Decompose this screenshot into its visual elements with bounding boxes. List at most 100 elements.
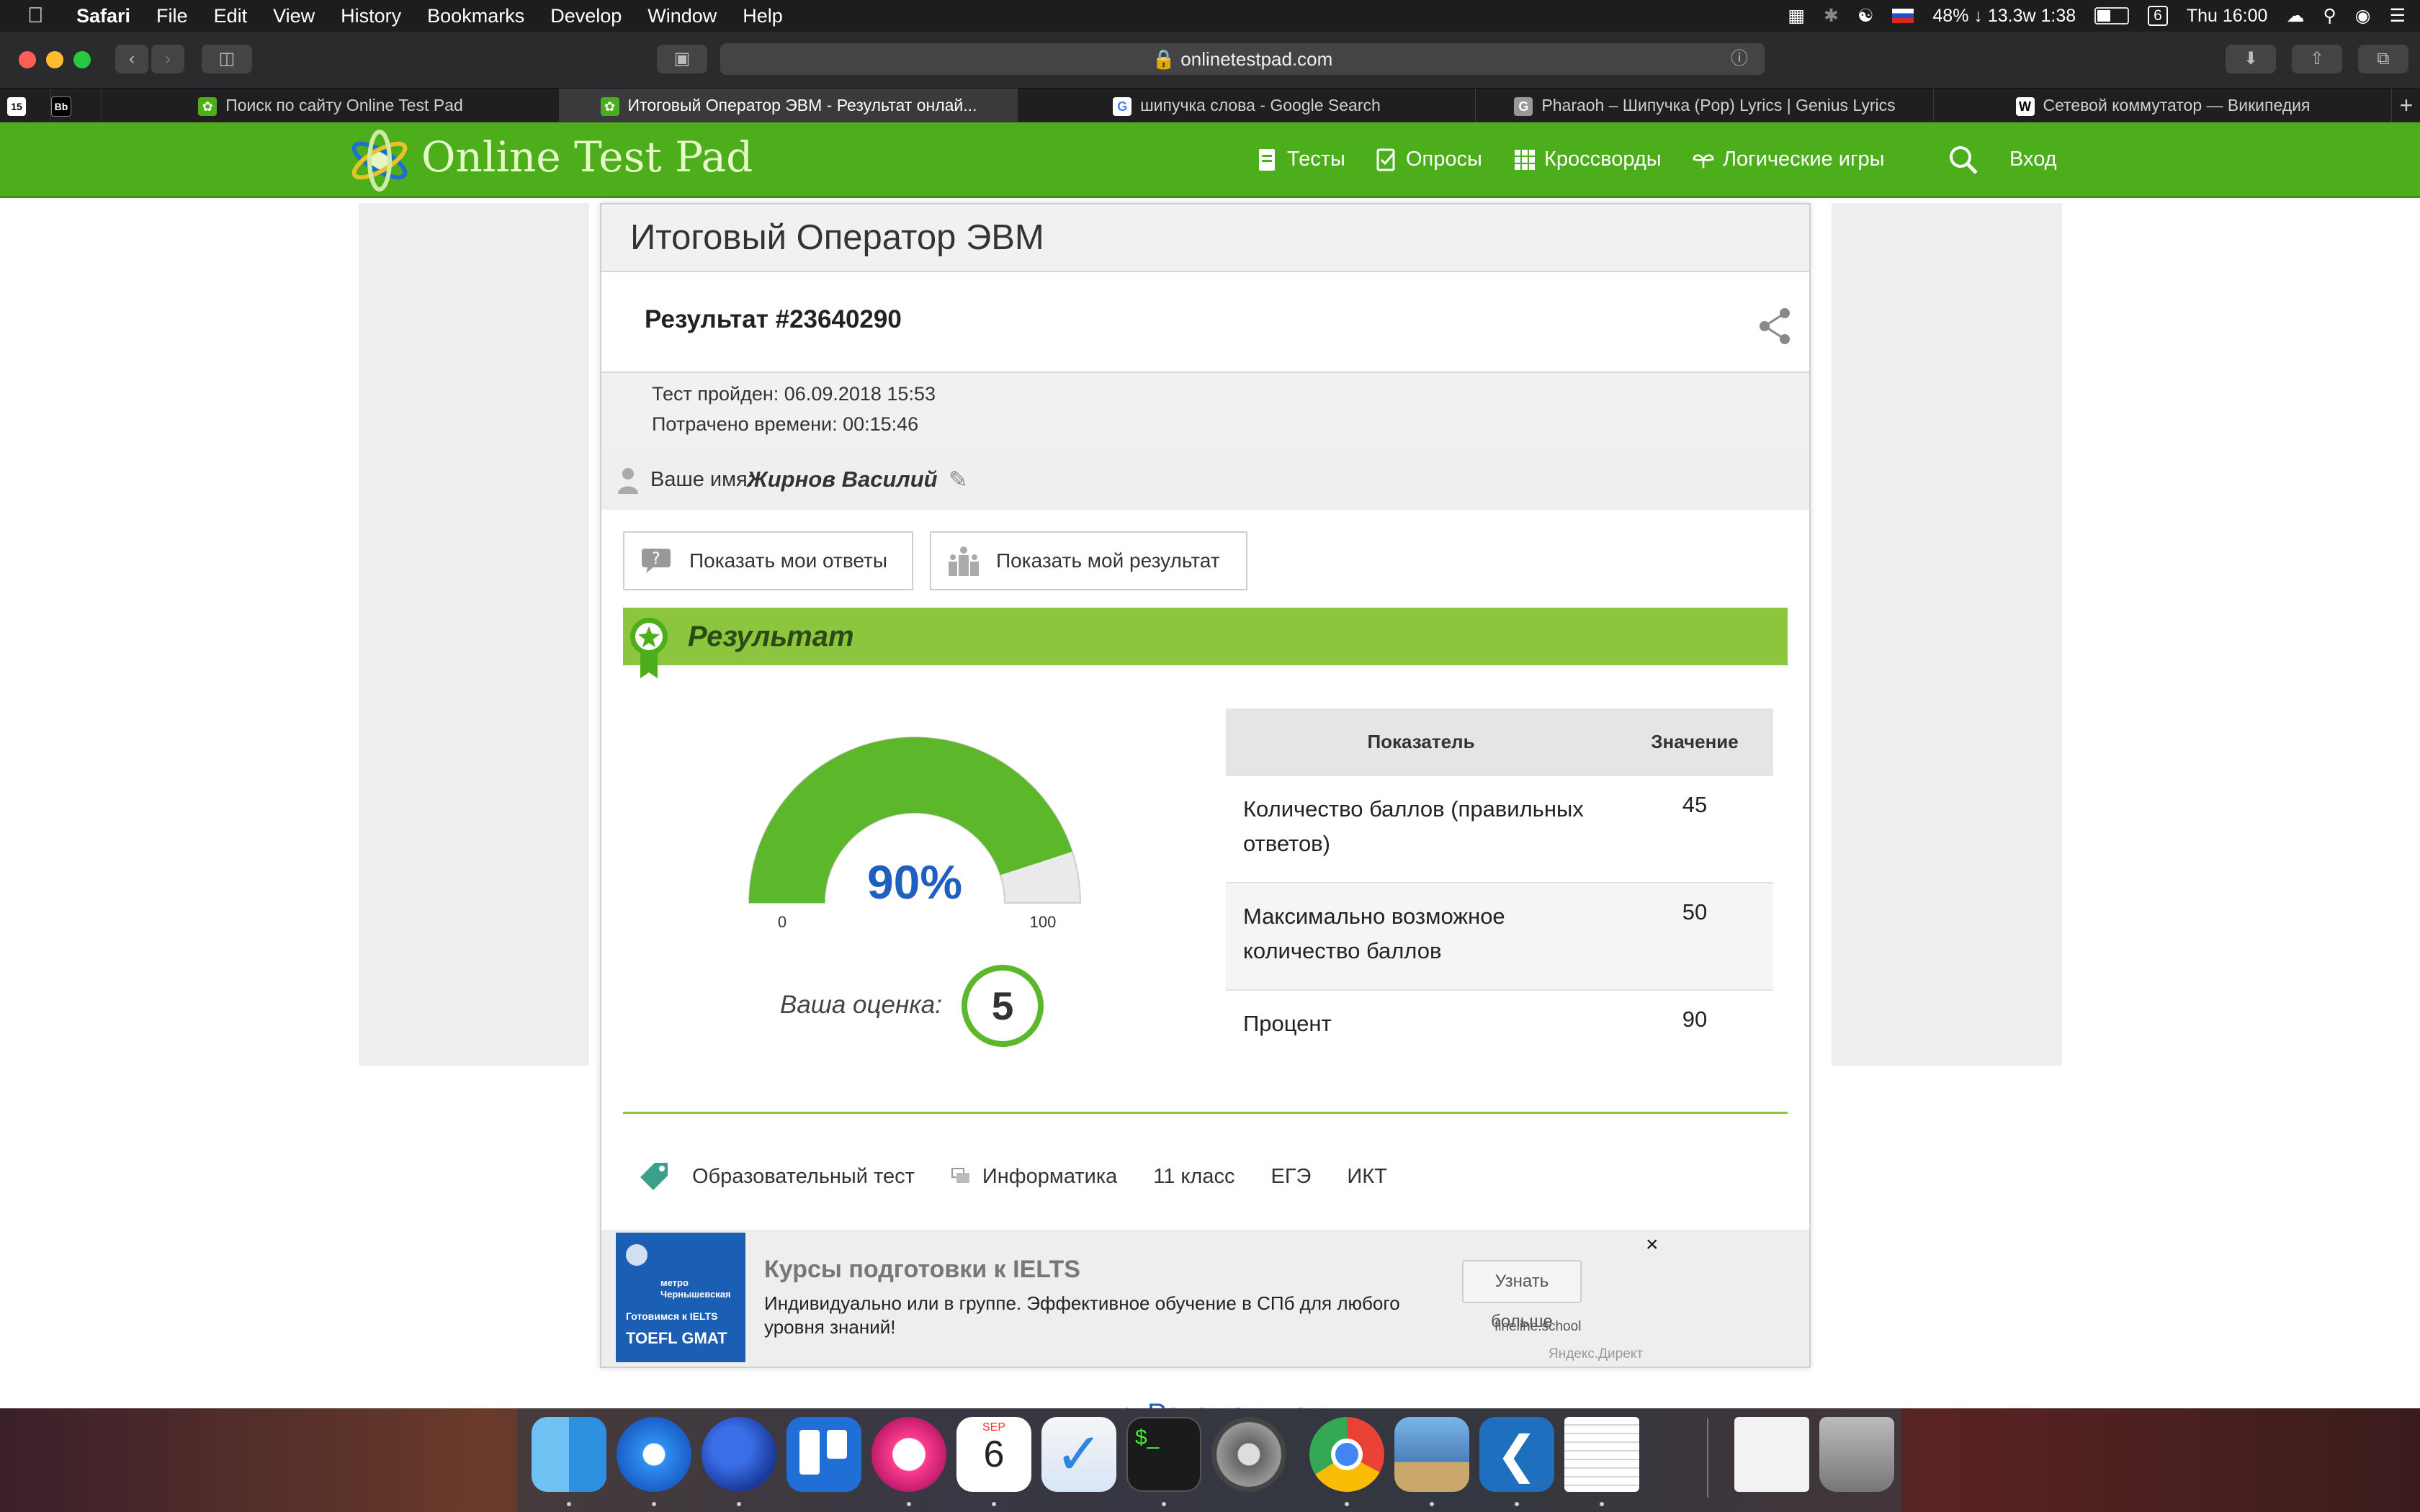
notification-center-icon[interactable]: ☰: [2390, 5, 2406, 27]
menu-edit[interactable]: Edit: [214, 5, 248, 27]
cloud-icon[interactable]: ☁: [2286, 5, 2304, 27]
show-my-result-label: Показать мой результат: [996, 549, 1220, 572]
tab-active-result[interactable]: ✿ Итоговый Оператор ЭВМ - Результат онлай…: [559, 89, 1018, 122]
pinned-tab-1[interactable]: 15: [7, 89, 43, 122]
share-button[interactable]: ⇧: [2292, 45, 2342, 73]
tag-grade-11[interactable]: 11 класс: [1153, 1165, 1234, 1189]
result-number: Результат #23640290: [645, 305, 902, 333]
ad-domain[interactable]: fineline.school: [1494, 1319, 1581, 1335]
menu-develop[interactable]: Develop: [550, 5, 622, 27]
share-icon[interactable]: [1757, 307, 1792, 346]
safari-toolbar: ‹ › ◫ ▣ 🔒 onlinetestpad.com ↻ ⓘ ⬇ ⇧ ⧉: [0, 32, 2420, 89]
ad-image[interactable]: метро Чернышевская Готовимся к IELTS TOE…: [616, 1233, 745, 1362]
window-layout-icon[interactable]: ▦: [1788, 5, 1805, 27]
bluetooth-icon[interactable]: ✱: [1824, 5, 1839, 27]
minimize-window-button[interactable]: [46, 51, 63, 68]
site-logo-text[interactable]: Online Test Pad: [421, 132, 753, 181]
chrome-icon[interactable]: [1309, 1417, 1384, 1492]
system-preferences-icon[interactable]: [1211, 1417, 1286, 1492]
firefox-icon[interactable]: [702, 1417, 776, 1492]
running-indicator: [1515, 1502, 1519, 1506]
running-indicator: [1162, 1502, 1166, 1506]
site-search-icon[interactable]: [1948, 144, 1979, 176]
result-card: Итоговый Оператор ЭВМ Результат #2364029…: [600, 203, 1811, 1368]
edit-pencil-icon[interactable]: ✎: [949, 449, 968, 510]
battery-stats[interactable]: 48% ↓ 13.3w 1:38: [1932, 6, 2076, 27]
zoom-window-button[interactable]: [73, 51, 91, 68]
vscode-icon[interactable]: ❮: [1479, 1417, 1554, 1492]
tab-wikipedia[interactable]: W Сетевой коммутатор — Википедия: [1933, 89, 2392, 122]
test-meta: Тест пройден: 06.09.2018 15:53 Потрачено…: [601, 372, 1809, 451]
menu-app-safari[interactable]: Safari: [76, 5, 130, 27]
nav-login[interactable]: Вход: [2009, 122, 2057, 196]
result-section-banner: Результат: [623, 608, 1788, 678]
back-button[interactable]: ‹: [115, 45, 148, 73]
apple-menu-icon[interactable]: : [27, 4, 56, 28]
tab-google-search[interactable]: Gшипучка слова - Google Search: [1017, 89, 1476, 122]
tag-educational-test[interactable]: Образовательный тест: [692, 1165, 915, 1189]
documents-icon[interactable]: [1734, 1417, 1809, 1492]
sidebar-toggle-button[interactable]: ◫: [202, 45, 252, 73]
calendar-icon[interactable]: SEP 6: [956, 1417, 1031, 1492]
forward-button[interactable]: ›: [151, 45, 184, 73]
trash-icon[interactable]: [1819, 1417, 1894, 1492]
tab-genius-lyrics[interactable]: G Pharaoh – Шипучка (Pop) Lyrics | Genius…: [1475, 89, 1934, 122]
tag-ege[interactable]: ЕГЭ: [1270, 1165, 1311, 1189]
spotlight-search-icon[interactable]: ⚲: [2323, 5, 2336, 27]
show-my-answers-button[interactable]: ? Показать мои ответы: [623, 531, 913, 590]
nav-tests[interactable]: Тесты: [1257, 122, 1345, 196]
terminal-icon[interactable]: $_: [1126, 1417, 1201, 1492]
ad-learn-more-button[interactable]: Узнать больше: [1462, 1260, 1582, 1331]
safari-icon[interactable]: [617, 1417, 691, 1492]
right-side-panel: [1832, 203, 2062, 1066]
trello-column-icon: [827, 1430, 847, 1459]
desktop-number-badge[interactable]: 6: [2148, 6, 2168, 26]
menu-bookmarks[interactable]: Bookmarks: [427, 5, 524, 27]
tab-overview-button[interactable]: ▣: [657, 45, 707, 73]
preview-icon[interactable]: [1394, 1417, 1469, 1492]
nav-logic-games[interactable]: Логические игры: [1693, 122, 1885, 196]
ad-network-label[interactable]: Яндекс.Директ: [1549, 1346, 1643, 1362]
things-icon[interactable]: ✓: [1041, 1417, 1116, 1492]
siri-icon[interactable]: ◉: [2355, 5, 2371, 27]
nav-crosswords[interactable]: Кроссворды: [1514, 122, 1662, 196]
close-window-button[interactable]: [19, 51, 36, 68]
tag-ict[interactable]: ИКТ: [1347, 1165, 1386, 1189]
finder-icon[interactable]: [532, 1417, 606, 1492]
ad-title[interactable]: Курсы подготовки к IELTS: [764, 1256, 1080, 1284]
nav-polls[interactable]: Опросы: [1376, 122, 1482, 196]
tab-site-search[interactable]: ✿ Поиск по сайту Online Test Pad: [101, 89, 560, 122]
menu-file[interactable]: File: [156, 5, 188, 27]
wifi-icon[interactable]: ☯: [1857, 5, 1873, 27]
menu-history[interactable]: History: [341, 5, 401, 27]
show-my-result-button[interactable]: Показать мой результат: [930, 531, 1247, 590]
result-stats-table: Показатель Значение Количество баллов (п…: [1226, 708, 1773, 1058]
address-bar[interactable]: 🔒 onlinetestpad.com ↻: [720, 43, 1765, 75]
dock-shelf: SEP 6 ✓ $_ ❮: [517, 1408, 1901, 1512]
site-logo-icon[interactable]: [347, 128, 412, 193]
menu-help[interactable]: Help: [743, 5, 783, 27]
downloads-button[interactable]: ⬇: [2226, 45, 2276, 73]
podium-icon: [949, 546, 979, 576]
running-indicator: [737, 1502, 741, 1506]
new-tab-button[interactable]: +: [2391, 89, 2420, 122]
trello-icon[interactable]: [786, 1417, 861, 1492]
itunes-icon[interactable]: [871, 1417, 946, 1492]
name-value: Жирнов Василий: [747, 467, 938, 492]
web-page: Online Test Pad Тесты Опросы Кроссворды …: [0, 122, 2420, 1430]
left-side-panel: [359, 203, 589, 1066]
running-indicator: [1600, 1502, 1604, 1506]
wikipedia-favicon-icon: W: [2015, 96, 2035, 116]
ad-close-icon[interactable]: ×: [1646, 1233, 1659, 1257]
textedit-icon[interactable]: [1564, 1417, 1639, 1492]
reader-info-button[interactable]: ⓘ: [1714, 45, 1765, 73]
pinned-tab-2[interactable]: Bb: [50, 89, 94, 122]
menu-view[interactable]: View: [273, 5, 315, 27]
tab-title: Поиск по сайту Online Test Pad: [225, 96, 463, 114]
menubar-clock[interactable]: Thu 16:00: [2187, 6, 2268, 27]
new-tab-overview-button[interactable]: ⧉: [2358, 45, 2408, 73]
battery-icon[interactable]: [2094, 7, 2130, 24]
russian-flag-input-icon[interactable]: [1892, 9, 1914, 23]
tag-informatics[interactable]: Информатика: [982, 1165, 1117, 1189]
menu-window[interactable]: Window: [647, 5, 717, 27]
